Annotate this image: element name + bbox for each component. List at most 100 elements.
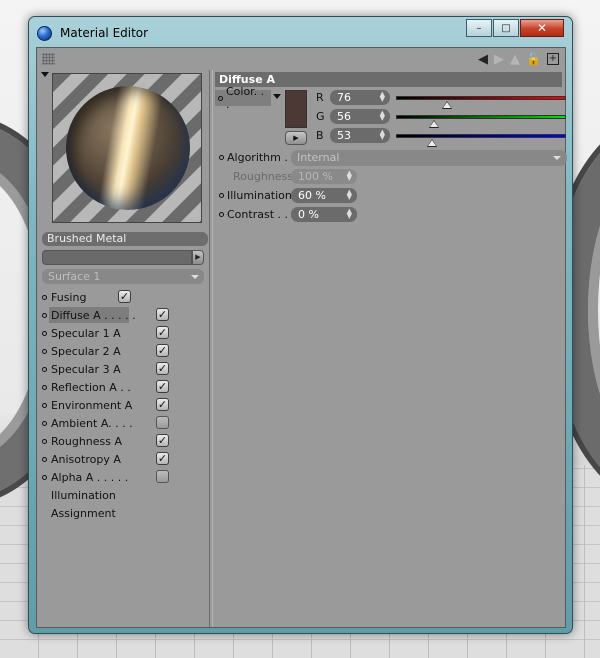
surface-select[interactable]: Surface 1	[42, 269, 204, 284]
channel-checkbox[interactable]: ✓	[156, 452, 169, 465]
path-play-icon[interactable]: ▶	[192, 250, 204, 265]
channel-label-wrap: Specular 2 A	[49, 343, 129, 359]
spinner-icon[interactable]: ▲ ▼	[347, 170, 352, 182]
g-slider[interactable]	[396, 115, 566, 128]
channel-label-wrap: Illumination	[49, 487, 129, 503]
g-field[interactable]: 56 ▲ ▼	[330, 109, 390, 124]
illumination-row: Illumination	[219, 189, 292, 202]
channel-label: Anisotropy A	[51, 452, 121, 466]
slider-thumb[interactable]	[427, 140, 436, 146]
illumination-dot-icon	[219, 193, 224, 198]
channel-item[interactable]: Specular 1 A ✓	[40, 324, 208, 342]
channel-item[interactable]: Illumination	[40, 486, 208, 504]
b-slider[interactable]	[396, 134, 566, 147]
close-button[interactable]: ✕	[520, 19, 564, 37]
channel-label: Ambient A. . . .	[51, 416, 133, 430]
channel-checkbox[interactable]: ✓	[156, 434, 169, 447]
slider-thumb[interactable]	[443, 102, 452, 108]
channel-item[interactable]: Specular 3 A ✓	[40, 360, 208, 378]
channel-item[interactable]: Diffuse A . . . . . ✓	[40, 306, 208, 324]
channel-label-wrap: Reflection A . .	[49, 379, 131, 395]
surface-select-label: Surface 1	[48, 270, 101, 283]
channel-item[interactable]: Specular 2 A ✓	[40, 342, 208, 360]
channel-checkbox[interactable]: ✓	[156, 398, 169, 411]
channel-checkbox[interactable]: ✓	[156, 362, 169, 375]
channel-checkbox[interactable]: ✓	[156, 344, 169, 357]
spinner-icon[interactable]: ▲ ▼	[380, 91, 385, 103]
spinner-icon[interactable]: ▲ ▼	[380, 110, 385, 122]
channel-checkbox[interactable]: ✓	[156, 308, 169, 321]
window-title: Material Editor	[60, 26, 149, 40]
panel-divider[interactable]	[209, 70, 213, 627]
contrast-value: 0 %	[298, 208, 319, 221]
title-bar[interactable]: Material Editor – □ ✕	[29, 17, 572, 49]
toolbar: ◀ ▶ ▲ 🔓 +	[37, 48, 565, 70]
r-slider[interactable]	[396, 96, 566, 109]
channel-label: Illumination	[51, 488, 116, 502]
channel-item[interactable]: Ambient A. . . . ✓	[40, 414, 208, 432]
b-label: B	[316, 129, 324, 142]
contrast-field[interactable]: 0 % ▲ ▼	[291, 207, 357, 222]
algorithm-label: Algorithm .	[227, 151, 288, 164]
material-preview[interactable]	[52, 73, 202, 223]
grip-icon[interactable]	[42, 53, 55, 65]
g-value: 56	[337, 110, 351, 123]
b-value: 53	[337, 129, 351, 142]
r-label: R	[316, 91, 324, 104]
channel-checkbox[interactable]: ✓	[156, 416, 169, 429]
channel-checkbox[interactable]: ✓	[156, 326, 169, 339]
new-window-icon[interactable]: +	[547, 53, 559, 65]
channel-label: Specular 2 A	[51, 344, 121, 358]
spinner-icon[interactable]: ▲ ▼	[347, 189, 352, 201]
spinner-icon[interactable]: ▲ ▼	[347, 208, 352, 220]
roughness-field[interactable]: 100 % ▲ ▼	[291, 169, 357, 184]
channel-item[interactable]: Fusing ✓	[40, 288, 208, 306]
forward-arrow-icon[interactable]: ▶	[494, 53, 504, 66]
channel-label-wrap: Specular 3 A	[49, 361, 129, 377]
editor-content: ◀ ▶ ▲ 🔓 + Brushed Metal ▶ Surface 1 Fusi…	[36, 47, 567, 628]
r-field[interactable]: 76 ▲ ▼	[330, 90, 390, 105]
color-swatch[interactable]	[285, 90, 307, 128]
channel-dot-icon	[42, 474, 47, 480]
path-field[interactable]	[42, 250, 192, 265]
channel-label: Reflection A . .	[51, 380, 131, 394]
channel-item[interactable]: Roughness A ✓	[40, 432, 208, 450]
channel-checkbox[interactable]: ✓	[118, 290, 131, 303]
app-icon	[37, 25, 52, 41]
material-name-field[interactable]: Brushed Metal	[42, 232, 208, 246]
channel-label: Environment A	[51, 398, 133, 412]
left-panel: Brushed Metal ▶ Surface 1 Fusing ✓ Diffuse…	[37, 70, 209, 627]
channel-item[interactable]: Reflection A . . ✓	[40, 378, 208, 396]
channel-dot-icon	[42, 402, 47, 408]
illumination-field[interactable]: 60 % ▲ ▼	[291, 188, 357, 203]
channel-label: Diffuse A . . . . .	[51, 308, 136, 322]
channel-label-wrap: Ambient A. . . .	[49, 415, 133, 431]
chevron-down-icon	[191, 275, 199, 279]
channel-label-wrap: Alpha A . . . . .	[49, 469, 129, 485]
channel-checkbox[interactable]: ✓	[156, 380, 169, 393]
lock-icon[interactable]: 🔓	[526, 52, 541, 66]
channel-label-wrap: Assignment	[49, 505, 129, 521]
maximize-button[interactable]: □	[493, 19, 519, 37]
b-field[interactable]: 53 ▲ ▼	[330, 128, 390, 143]
channel-checkbox[interactable]: ✓	[156, 470, 169, 483]
g-label: G	[316, 110, 325, 123]
channel-label-wrap: Diffuse A . . . . .	[49, 307, 136, 323]
spinner-icon[interactable]: ▲ ▼	[380, 129, 385, 141]
channel-item[interactable]: Assignment	[40, 504, 208, 522]
up-arrow-icon[interactable]: ▲	[510, 53, 520, 66]
channel-item[interactable]: Environment A ✓	[40, 396, 208, 414]
channel-item[interactable]: Anisotropy A ✓	[40, 450, 208, 468]
channel-item[interactable]: Alpha A . . . . . ✓	[40, 468, 208, 486]
preview-menu-icon[interactable]	[41, 72, 49, 77]
contrast-label: Contrast . .	[227, 208, 288, 221]
slider-thumb[interactable]	[429, 121, 438, 127]
color-channel-button[interactable]: Color. . .	[215, 85, 271, 111]
color-menu-icon[interactable]	[273, 94, 281, 99]
algorithm-select[interactable]: Internal	[291, 150, 567, 166]
color-picker-button[interactable]: ▶	[285, 131, 307, 145]
minimize-button[interactable]: –	[466, 19, 492, 37]
channel-dot-icon	[42, 438, 47, 444]
back-arrow-icon[interactable]: ◀	[478, 53, 488, 66]
contrast-row: Contrast . .	[219, 208, 288, 221]
